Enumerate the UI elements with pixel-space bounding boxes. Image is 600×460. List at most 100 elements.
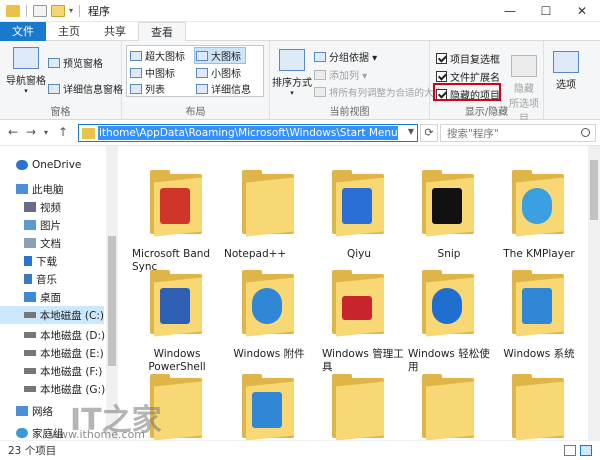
layout-list[interactable]: 列表: [130, 81, 165, 96]
folder-item[interactable]: Snip: [404, 166, 494, 266]
drive-icon: [24, 350, 36, 356]
sidebar-item-drive-d[interactable]: 本地磁盘 (D:): [24, 326, 105, 344]
group-label: 窗格: [50, 107, 71, 118]
layout-details[interactable]: 详细信息: [196, 81, 251, 96]
folder-icon: [242, 170, 294, 237]
folder-item[interactable]: Windows 轻松使用: [404, 266, 494, 373]
item-count: 23 个项目: [8, 445, 57, 457]
forward-arrow-icon[interactable]: →: [26, 125, 36, 139]
sidebar-item-network[interactable]: 网络: [16, 402, 53, 420]
search-input[interactable]: 搜索"程序": [440, 124, 596, 142]
customize-toolbar-icon[interactable]: ▾: [69, 6, 73, 15]
sidebar-item-desktop[interactable]: 桌面: [24, 288, 61, 306]
sort-by-button[interactable]: 排序方式 ▾: [272, 49, 312, 97]
medium-icons-icon: [130, 67, 142, 78]
sidebar-item-drive-c[interactable]: 本地磁盘 (C:): [0, 306, 104, 324]
folder-icon: [332, 270, 384, 337]
options-button[interactable]: 选项: [548, 51, 584, 91]
details-view-icon[interactable]: [564, 445, 576, 456]
large-icons-view-icon[interactable]: [580, 445, 592, 456]
layout-medium-icons[interactable]: 中图标: [130, 65, 175, 80]
checkbox[interactable]: [436, 53, 447, 64]
file-extensions-toggle[interactable]: 文件扩展名: [436, 69, 500, 84]
address-input[interactable]: ithome\AppData\Roaming\Microsoft\Windows…: [78, 124, 418, 142]
app-emblem-icon: [522, 288, 552, 324]
tab-view[interactable]: 查看: [138, 22, 186, 42]
fit-columns-icon: [314, 87, 326, 97]
details-icon: [196, 83, 208, 94]
minimize-button[interactable]: —: [492, 0, 528, 22]
sidebar-item-downloads[interactable]: 下载: [24, 252, 57, 270]
folder-item[interactable]: Windows 管理工具: [314, 266, 404, 373]
tab-home[interactable]: 主页: [46, 22, 92, 41]
tab-file[interactable]: 文件: [0, 22, 46, 41]
up-arrow-icon[interactable]: ↑: [58, 125, 68, 139]
separator: [26, 4, 27, 17]
folder-icon: [242, 374, 294, 440]
layout-small-icons[interactable]: 小图标: [196, 65, 241, 80]
folder-icon: [242, 270, 294, 337]
address-path[interactable]: ithome\AppData\Roaming\Microsoft\Windows…: [98, 126, 398, 140]
highlight-box: [433, 83, 501, 101]
sidebar-item-videos[interactable]: 视频: [24, 198, 61, 216]
powershell-icon: [160, 288, 190, 324]
close-button[interactable]: ✕: [564, 0, 600, 22]
fit-columns-button[interactable]: 将所有列调整为合适的大小: [314, 85, 443, 99]
nav-pane-button[interactable]: 导航窗格 ▾: [4, 47, 48, 95]
folder-icon: [6, 4, 20, 17]
sidebar-item-this-pc[interactable]: 此电脑: [16, 180, 64, 198]
search-icon: [581, 128, 590, 137]
back-arrow-icon[interactable]: ←: [8, 125, 18, 139]
folder-item[interactable]: [314, 370, 404, 440]
refresh-button[interactable]: ⟳: [420, 124, 438, 142]
details-pane-button[interactable]: 详细信息窗格: [48, 81, 123, 96]
sidebar-item-music[interactable]: 音乐: [24, 270, 57, 288]
folder-item[interactable]: The KMPlayer: [494, 166, 584, 266]
small-icons-icon: [196, 67, 208, 78]
folder-item[interactable]: Windows 附件: [224, 266, 314, 366]
scrollbar-thumb[interactable]: [590, 160, 598, 220]
music-icon: [24, 274, 32, 284]
folder-item[interactable]: [404, 370, 494, 440]
group-by-button[interactable]: 分组依据 ▾: [314, 49, 377, 64]
computer-icon: [16, 184, 28, 194]
chevron-down-icon[interactable]: ▼: [408, 127, 414, 136]
recent-locations-icon[interactable]: ▾: [44, 128, 48, 137]
layout-large-icons[interactable]: 大图标: [194, 47, 246, 64]
folder-item[interactable]: Microsoft Band Sync: [132, 166, 222, 273]
checkbox[interactable]: [436, 71, 447, 82]
layout-extra-large-icons[interactable]: 超大图标: [130, 48, 185, 63]
app-emblem-icon: [252, 288, 282, 324]
homegroup-icon: [16, 428, 28, 438]
sidebar-item-onedrive[interactable]: OneDrive: [16, 156, 81, 174]
folder-item[interactable]: Qiyu: [314, 166, 404, 266]
folder-item[interactable]: [224, 370, 314, 440]
maximize-button[interactable]: ☐: [528, 0, 564, 22]
folder-icon: [422, 170, 474, 237]
app-emblem-icon: [342, 188, 372, 224]
folder-item[interactable]: Windows PowerShell: [132, 266, 222, 373]
preview-pane-button[interactable]: 预览窗格: [48, 55, 103, 70]
quick-access-toolbar: ▾: [0, 4, 82, 17]
add-columns-button[interactable]: 添加列 ▾: [314, 67, 367, 82]
folder-icon: [150, 270, 202, 337]
content-scrollbar[interactable]: [588, 146, 600, 440]
folder-item[interactable]: Windows 系统: [494, 266, 584, 366]
folder-item[interactable]: [494, 370, 584, 440]
folder-item[interactable]: Notepad++: [224, 166, 314, 266]
status-bar: 23 个项目: [0, 440, 600, 460]
item-checkboxes-toggle[interactable]: 项目复选框: [436, 51, 500, 66]
drive-icon: [24, 368, 36, 374]
sidebar-item-drive-e[interactable]: 本地磁盘 (E:): [24, 344, 104, 362]
sidebar-item-drive-f[interactable]: 本地磁盘 (F:): [24, 362, 102, 380]
tab-share[interactable]: 共享: [92, 22, 138, 41]
properties-icon[interactable]: [33, 4, 47, 17]
folder-name: Windows 系统: [503, 348, 575, 360]
new-folder-icon[interactable]: [51, 4, 65, 17]
sidebar-item-documents[interactable]: 文档: [24, 234, 61, 252]
folder-icon: [422, 374, 474, 440]
window-title: 程序: [88, 4, 111, 18]
scrollbar-thumb[interactable]: [108, 236, 116, 366]
folder-name: Qiyu: [346, 248, 372, 260]
sidebar-item-pictures[interactable]: 图片: [24, 216, 61, 234]
